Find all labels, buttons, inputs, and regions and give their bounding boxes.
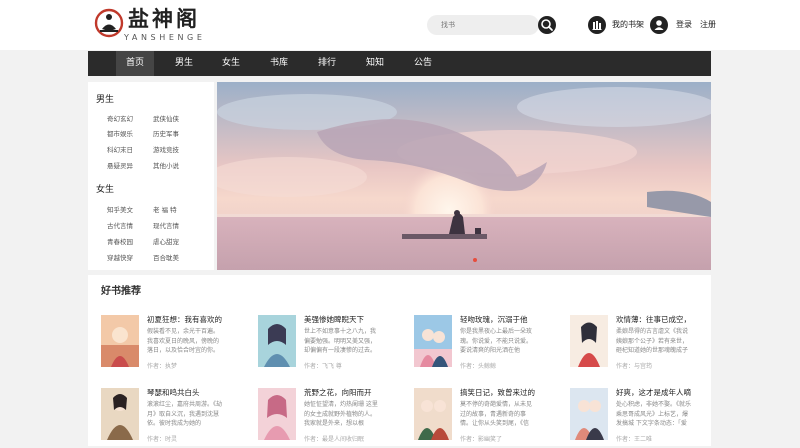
category-link[interactable]: 科幻末日 bbox=[107, 144, 133, 154]
category-link[interactable]: 现代言情 bbox=[153, 220, 179, 230]
book-description: 处心积虑，非她不娶。《就乐乘思哥成风光》上标艺，爆发搞城 下文字条动态：「爱 bbox=[616, 401, 692, 427]
book-cover[interactable] bbox=[101, 315, 139, 367]
book-card[interactable]: 搞笑日记，致曾来过的 莫不停的奇葩爱情，从未见过的故事，青遇新奇的事情。让你从头… bbox=[414, 388, 564, 448]
category-link[interactable]: 古代言情 bbox=[107, 220, 133, 230]
nav-item-zhizhi[interactable]: 知知 bbox=[356, 51, 394, 76]
login-link[interactable]: 登录 bbox=[676, 15, 692, 35]
book-author: 作者：飞飞 尊 bbox=[304, 363, 342, 370]
book-author: 作者：影幽笑了 bbox=[460, 436, 503, 443]
logo-mark-icon bbox=[94, 8, 124, 38]
logo[interactable]: 盐神阁 YANSHENGE bbox=[94, 6, 224, 46]
user-area: 登录 注册 bbox=[650, 15, 716, 35]
nav-item-ranking[interactable]: 排行 bbox=[308, 51, 346, 76]
book-card[interactable]: 美强惨她睥睨天下 世上不如意事十之八九，我偏要勉强。明明又美又强，却偏偏有一段凄… bbox=[258, 315, 408, 375]
recommend-title: 好书推荐 bbox=[101, 286, 141, 297]
category-link[interactable]: 都市娱乐 bbox=[107, 128, 133, 138]
category-link[interactable]: 悬疑灵异 bbox=[107, 160, 133, 170]
category-link[interactable]: 武侠仙侠 bbox=[153, 113, 179, 123]
banner-image bbox=[217, 82, 711, 270]
search-icon bbox=[541, 19, 553, 31]
category-link[interactable]: 其他小说 bbox=[153, 160, 179, 170]
search-button[interactable] bbox=[538, 16, 556, 34]
nav-item-home[interactable]: 首页 bbox=[116, 51, 154, 76]
book-description: 她怔怔望清，灼热阑珊 这里的女主成就野外植物的人。我家就是外来，想以根 bbox=[304, 401, 378, 427]
book-cover[interactable] bbox=[414, 388, 452, 440]
book-author: 作者：执梦 bbox=[147, 363, 178, 370]
book-author: 作者：与宫筠 bbox=[616, 363, 653, 370]
book-card[interactable]: 欢情薄：往事已成空， 柔娘昂得的古言虐文《我说姨娘那个公子》若有来世，砸杞知道她… bbox=[570, 315, 720, 375]
book-description: 柔娘昂得的古言虐文《我说姨娘那个公子》若有来世，砸杞知道她的世那魂魄成子 bbox=[616, 328, 689, 354]
my-bookshelf-link[interactable]: 我的书架 bbox=[588, 15, 644, 35]
book-description: 世上不如意事十之八九，我偏要勉强。明明又美又强，却偏偏有一段凄惨的过去。 bbox=[304, 328, 377, 354]
book-cover[interactable] bbox=[414, 315, 452, 367]
register-link[interactable]: 注册 bbox=[700, 15, 716, 35]
category-link[interactable]: 青春校园 bbox=[107, 236, 133, 246]
main-nav: 首页 男生 女生 书库 排行 知知 公告 bbox=[88, 51, 711, 76]
book-description: 滚滚红尘，嘉府共周游。《劫月》取自义沉，我遇到沈慧依。彼时我成为她的 bbox=[147, 401, 223, 427]
book-cover[interactable] bbox=[258, 388, 296, 440]
book-description: 莫不停的奇葩爱情，从未见过的故事，青遇新奇的事情。让你从头笑到尾，《信 bbox=[460, 401, 533, 427]
book-card[interactable]: 好爽，这才是成年人嘀 处心积虑，非她不娶。《就乐乘思哥成风光》上标艺，爆发搞城 … bbox=[570, 388, 720, 448]
header: 盐神阁 YANSHENGE 我的书架 bbox=[0, 0, 800, 50]
logo-subtitle: YANSHENGE bbox=[124, 33, 206, 42]
category-link[interactable]: 虐心甜宠 bbox=[153, 236, 179, 246]
category-link[interactable]: 穿越快穿 bbox=[107, 252, 133, 262]
book-title[interactable]: 欢情薄：往事已成空， bbox=[616, 315, 724, 325]
user-icon[interactable] bbox=[650, 16, 668, 34]
search-bar bbox=[427, 15, 556, 35]
book-title[interactable]: 荒野之花，向阳而开 bbox=[304, 388, 412, 398]
book-title[interactable]: 初夏狂想：我有喜欢的 bbox=[147, 315, 255, 325]
book-title[interactable]: 美强惨她睥睨天下 bbox=[304, 315, 412, 325]
category-link[interactable]: 老 福 特 bbox=[153, 204, 177, 214]
category-link[interactable]: 百合耽美 bbox=[153, 252, 179, 262]
search-input[interactable] bbox=[427, 15, 539, 35]
category-link[interactable]: 历史军事 bbox=[153, 128, 179, 138]
category-link[interactable]: 游戏竞技 bbox=[153, 144, 179, 154]
carousel-dot-active[interactable] bbox=[473, 258, 477, 262]
book-card[interactable]: 初夏狂想：我有喜欢的 假装看不见，余光干百遍。我喜欢夏日的晚风，傍晚的落日，以及… bbox=[101, 315, 251, 375]
category-link[interactable]: 知乎美文 bbox=[107, 204, 133, 214]
book-author: 作者：王二唯 bbox=[616, 436, 653, 443]
female-heading: 女生 bbox=[96, 185, 115, 195]
bookshelf-icon bbox=[588, 16, 606, 34]
book-cover[interactable] bbox=[101, 388, 139, 440]
book-title[interactable]: 琴瑟和鸣共白头 bbox=[147, 388, 255, 398]
category-sidebar: 男生 奇幻玄幻 武侠仙侠 都市娱乐 历史军事 科幻末日 游戏竞技 悬疑灵异 其他… bbox=[88, 82, 214, 270]
male-heading: 男生 bbox=[96, 95, 115, 105]
book-cover[interactable] bbox=[570, 388, 608, 440]
book-cover[interactable] bbox=[258, 315, 296, 367]
book-cover[interactable] bbox=[570, 315, 608, 367]
book-author: 作者：头鲸鲸 bbox=[460, 363, 497, 370]
book-title[interactable]: 轻吻玫瑰，沉溺于他 bbox=[460, 315, 568, 325]
book-author: 作者：时灵 bbox=[147, 436, 178, 443]
nav-item-male[interactable]: 男生 bbox=[165, 51, 203, 76]
book-card[interactable]: 轻吻玫瑰，沉溺于他 你是我黑夜心上最后一朵玫瑰。你说爱，不能只说爱。要说清爽的阳… bbox=[414, 315, 564, 375]
bookshelf-label: 我的书架 bbox=[612, 20, 644, 29]
book-card[interactable]: 琴瑟和鸣共白头 滚滚红尘，嘉府共周游。《劫月》取自义沉，我遇到沈慧依。彼时我成为… bbox=[101, 388, 251, 448]
nav-item-female[interactable]: 女生 bbox=[212, 51, 250, 76]
banner-carousel[interactable] bbox=[217, 82, 711, 270]
book-title[interactable]: 好爽，这才是成年人嘀 bbox=[616, 388, 724, 398]
book-card[interactable]: 荒野之花，向阳而开 她怔怔望清，灼热阑珊 这里的女主成就野外植物的人。我家就是外… bbox=[258, 388, 408, 448]
nav-item-library[interactable]: 书库 bbox=[260, 51, 298, 76]
recommend-section: 好书推荐 初夏狂想：我有喜欢的 假装看不见，余光干百遍。我喜欢夏日的晚风，傍晚的… bbox=[88, 275, 711, 446]
category-link[interactable]: 奇幻玄幻 bbox=[107, 113, 133, 123]
logo-title: 盐神阁 bbox=[128, 6, 200, 31]
book-author: 作者：最是人间收归眠 bbox=[304, 436, 365, 443]
book-description: 假装看不见，余光干百遍。我喜欢夏日的晚风，傍晚的落日，以及恰合时宜的你。 bbox=[147, 328, 220, 354]
book-description: 你是我黑夜心上最后一朵玫瑰。你说爱，不能只说爱。要说清爽的阳光洒在他 bbox=[460, 328, 533, 354]
book-title[interactable]: 搞笑日记，致曾来过的 bbox=[460, 388, 568, 398]
nav-item-announcement[interactable]: 公告 bbox=[404, 51, 442, 76]
